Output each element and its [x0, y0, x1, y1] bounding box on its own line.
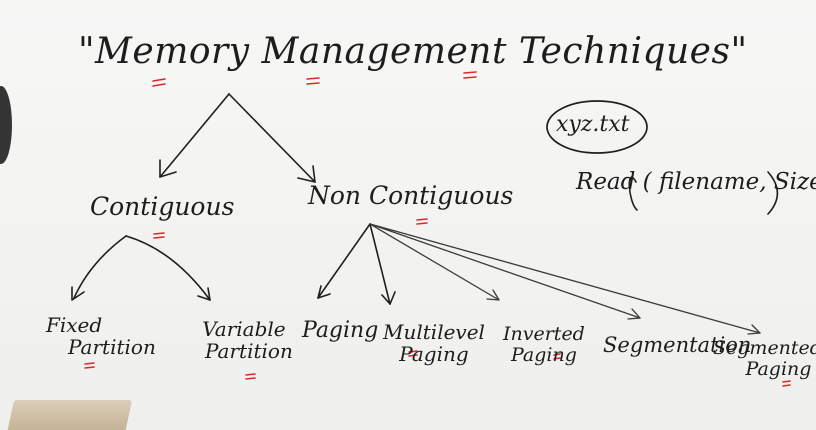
connector-fixed-partition [73, 235, 127, 299]
connector-paging [317, 223, 371, 299]
leaf-multilevel-paging: Multilevel Paging [383, 321, 485, 366]
file-name-note: xyz.txt [556, 112, 630, 137]
leaf-fixed-partition-line-2: Partition [68, 335, 156, 360]
contiguous-connectors [71, 235, 211, 301]
read-call-note: Read ( filename, Size) [576, 169, 816, 195]
leaf-variable-partition-line-1: Variable [202, 317, 286, 341]
leaf-multilevel-paging-line-1: Multilevel [383, 320, 485, 344]
underline-segmented-paging [782, 380, 791, 387]
branch-contiguous: Contiguous [90, 192, 235, 221]
underline-fixed-partition [84, 362, 95, 369]
leaf-variable-partition-line-2: Partition [205, 339, 293, 364]
connector-multilevel-paging [369, 223, 391, 305]
title-to-branches [159, 93, 316, 183]
leaf-segmented-paging-line-2: Paging [745, 358, 812, 381]
leaf-variable-partition: Variable Partition [195, 318, 293, 363]
connector-title-non-contiguous [228, 93, 316, 183]
leaf-inverted-paging-line-1: Inverted [503, 323, 585, 345]
underline-contiguous [153, 232, 165, 239]
leaf-inverted-paging-line-2: Paging [510, 344, 577, 367]
connector-segmented-paging [369, 223, 761, 334]
leaf-fixed-partition: Fixed Partition [46, 314, 156, 359]
non-contiguous-connectors [317, 223, 761, 335]
whiteboard-diagram: "Memory Management Techniques" Contiguou… [0, 0, 816, 430]
connector-segmentation [369, 223, 641, 319]
underline-variable-partition [245, 373, 256, 380]
leaf-paging: Paging [302, 318, 379, 344]
leaf-multilevel-paging-line-2: Paging [399, 342, 469, 367]
diagram-title: "Memory Management Techniques" [78, 31, 748, 72]
leaf-fixed-partition-line-1: Fixed [46, 313, 103, 337]
underline-management [306, 77, 320, 85]
underline-techniques [463, 71, 477, 79]
connector-variable-partition [125, 235, 211, 301]
underline-non-contiguous [416, 218, 428, 225]
leaf-segmented-paging: Segmented Paging [713, 337, 816, 381]
leaf-paging-line-1: Paging [302, 318, 379, 343]
underline-memory [152, 78, 166, 87]
connector-title-contiguous [159, 93, 230, 178]
branch-non-contiguous: Non Contiguous [308, 181, 514, 210]
leaf-segmented-paging-line-1: Segmented [713, 337, 816, 359]
leaf-inverted-paging: Inverted Paging [503, 323, 585, 367]
